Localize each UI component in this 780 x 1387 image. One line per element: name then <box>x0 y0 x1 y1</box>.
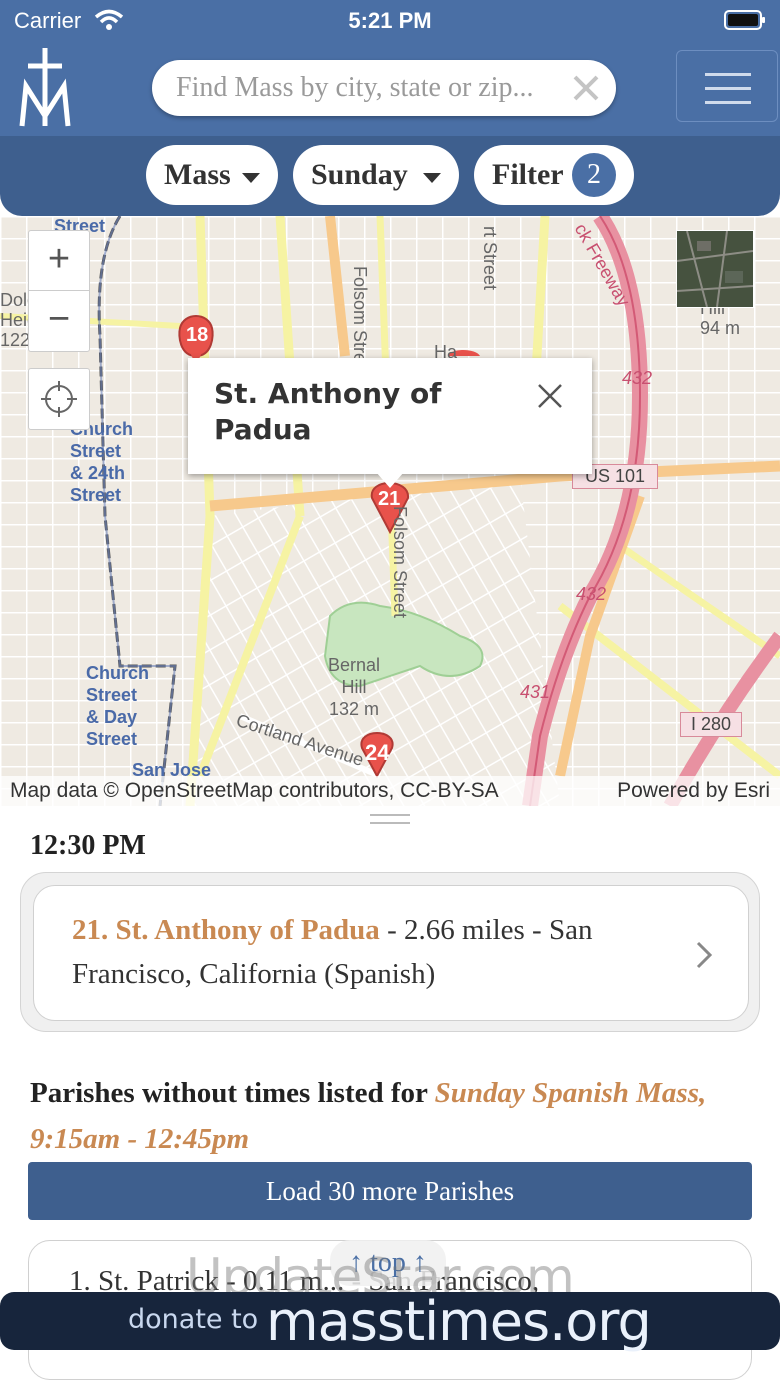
heading-prefix: Parishes without times listed for <box>30 1077 435 1109</box>
day-dropdown[interactable]: Sunday <box>293 145 459 205</box>
donate-label: donate to <box>128 1304 259 1335</box>
label-line: Hill <box>341 677 367 697</box>
filter-button[interactable]: Filter 2 <box>474 145 634 205</box>
street-label: Folsom Street <box>390 506 410 619</box>
zoom-control: + − <box>28 230 90 352</box>
route-label: 432 <box>622 368 653 388</box>
search-input[interactable] <box>176 60 556 116</box>
label-line: 122 <box>0 330 31 350</box>
street-label: rt Street <box>480 226 500 291</box>
load-more-button[interactable]: Load 30 more Parishes <box>28 1162 752 1220</box>
status-time: 5:21 PM <box>348 8 432 33</box>
station-label: Church Street & Day Street <box>86 662 149 750</box>
marker-label[interactable]: 18 <box>186 324 208 347</box>
caret-down-icon <box>242 173 260 183</box>
locate-button[interactable] <box>28 368 90 430</box>
label-line: & 24th <box>70 463 126 483</box>
caret-down-icon <box>423 173 441 183</box>
label-line: Street <box>86 685 138 705</box>
label-line: 94 m <box>700 318 741 338</box>
result-card[interactable]: 21. St. Anthony of Padua - 2.66 miles - … <box>33 885 749 1021</box>
zoom-in-button[interactable]: + <box>29 231 89 290</box>
label-line: Street <box>86 729 138 749</box>
menu-bar-icon <box>705 73 751 76</box>
status-bar: Carrier 5:21 PM <box>0 0 780 40</box>
popup-tail <box>376 472 404 488</box>
filter-bar: Mass Sunday Filter 2 <box>0 136 780 216</box>
label-line: Street <box>70 485 122 505</box>
result-group: 21. St. Anthony of Padua - 2.66 miles - … <box>20 872 760 1032</box>
time-heading: 12:30 PM <box>30 830 146 861</box>
station-label: Church Street & 24th Street <box>70 418 133 506</box>
map-popup: St. Anthony of Padua <box>188 358 592 474</box>
route-label: 431 <box>520 682 551 702</box>
menu-bar-icon <box>705 87 751 90</box>
map-attribution: Map data © OpenStreetMap contributors, C… <box>0 776 780 806</box>
map[interactable]: 18 21 24 Street Folsom Street rt Street … <box>0 216 780 806</box>
drag-handle[interactable] <box>370 814 410 826</box>
filter-count-badge: 2 <box>572 153 616 197</box>
handle-bar <box>370 814 410 816</box>
menu-button[interactable] <box>676 50 778 122</box>
close-icon[interactable] <box>536 382 564 410</box>
search-box <box>152 60 616 116</box>
route-label: 432 <box>576 584 607 604</box>
label-line: Church <box>86 663 149 683</box>
chevron-right-icon <box>696 941 713 969</box>
popup-title[interactable]: St. Anthony of Padua <box>214 376 534 448</box>
battery-icon <box>724 10 765 30</box>
esri-credit[interactable]: Powered by Esri <box>617 776 770 806</box>
satellite-thumbnail-icon <box>676 230 754 308</box>
donate-banner[interactable]: donate to masstimes.org <box>0 1290 780 1353</box>
menu-bar-icon <box>705 101 751 104</box>
app-header <box>0 40 780 136</box>
result-text: 21. St. Anthony of Padua - 2.66 miles - … <box>72 908 672 996</box>
crosshair-icon <box>41 381 77 417</box>
clear-search-icon[interactable] <box>572 74 600 102</box>
parish-name: 21. St. Anthony of Padua <box>72 914 380 946</box>
parishes-heading: Parishes without times listed for Sunday… <box>30 1070 750 1162</box>
mass-type-dropdown[interactable]: Mass <box>146 145 278 205</box>
donate-site: masstimes.org <box>266 1290 652 1353</box>
marker-label[interactable]: 24 <box>365 740 389 766</box>
label-line: Bernal <box>328 655 381 675</box>
filter-label: Filter <box>492 158 564 191</box>
label-line: Street <box>70 441 122 461</box>
zoom-out-button[interactable]: − <box>29 291 89 350</box>
attribution-text[interactable]: Map data © OpenStreetMap contributors, C… <box>10 776 499 806</box>
day-label: Sunday <box>311 158 408 191</box>
park-label: Bernal Hill 132 m <box>328 654 380 720</box>
label-line: & Day <box>86 707 138 727</box>
label-line: 132 m <box>329 699 380 719</box>
masstimes-logo-icon[interactable] <box>16 46 74 130</box>
route-shield: I 280 <box>680 712 743 737</box>
basemap-toggle-button[interactable] <box>676 230 754 308</box>
mass-type-label: Mass <box>164 158 231 191</box>
handle-bar <box>370 822 410 824</box>
